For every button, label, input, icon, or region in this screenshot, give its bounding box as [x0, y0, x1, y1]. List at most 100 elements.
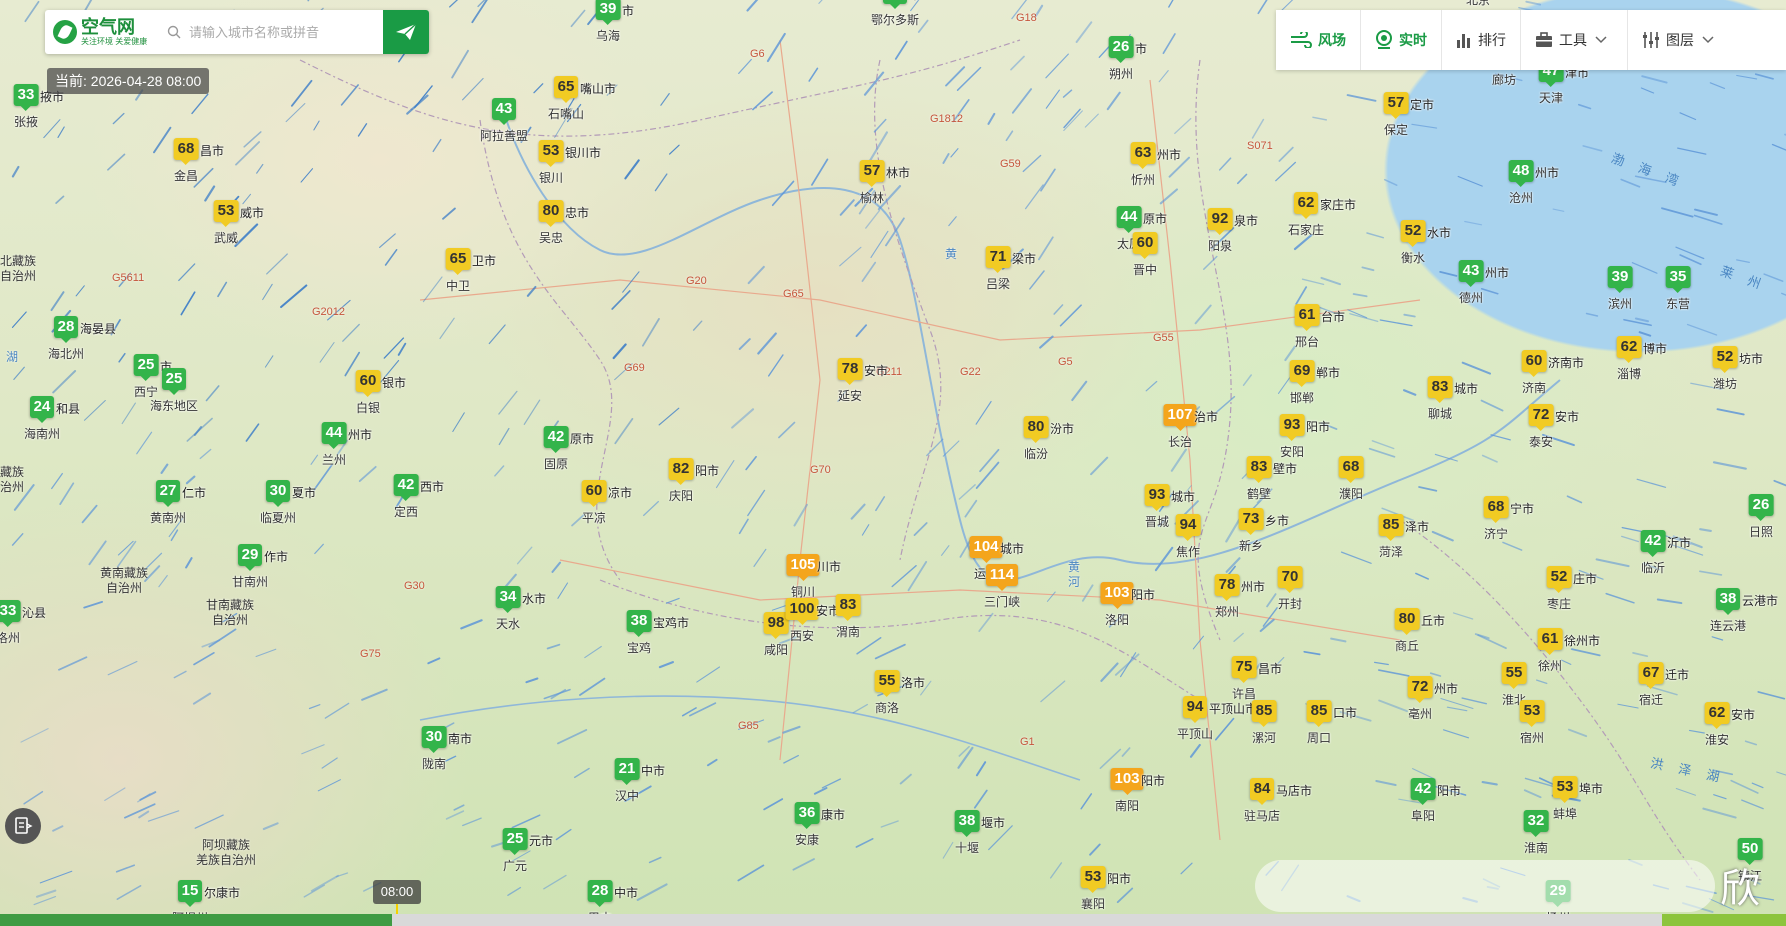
- station-marker[interactable]: 82 庆阳: [668, 458, 694, 504]
- station-marker[interactable]: 62 石家庄: [1288, 192, 1324, 238]
- station-marker[interactable]: 68 济宁: [1483, 496, 1509, 542]
- station-marker[interactable]: 33 张掖: [13, 84, 39, 130]
- station-marker[interactable]: 78 郑州: [1214, 574, 1240, 620]
- station-marker[interactable]: 63 忻州: [1130, 142, 1156, 188]
- station-marker[interactable]: 67 宿迁: [1638, 662, 1664, 708]
- station-marker[interactable]: 60 晋中: [1132, 232, 1158, 278]
- station-marker[interactable]: 71 吕梁: [985, 246, 1011, 292]
- station-marker[interactable]: 30 临夏州: [260, 480, 296, 526]
- station-marker[interactable]: 55 商洛: [874, 670, 900, 716]
- tool-ranking[interactable]: 排行: [1442, 10, 1521, 70]
- station-marker[interactable]: 26 朔州: [1108, 36, 1134, 82]
- station-marker[interactable]: 75 许昌: [1231, 656, 1257, 702]
- station-marker[interactable]: 83 渭南: [835, 594, 861, 640]
- station-marker[interactable]: 52 枣庄: [1546, 566, 1572, 612]
- station-marker[interactable]: 52 潍坊: [1712, 346, 1738, 392]
- station-marker[interactable]: 39鄂尔多斯: [871, 0, 919, 28]
- station-marker[interactable]: 53 银川: [538, 140, 564, 186]
- station-marker[interactable]: 68 濮阳: [1338, 456, 1364, 502]
- station-marker[interactable]: 44 兰州: [321, 422, 347, 468]
- station-marker[interactable]: 60 平凉: [581, 480, 607, 526]
- station-marker[interactable]: 83 鹤壁: [1246, 456, 1272, 502]
- station-marker[interactable]: 68 金昌: [173, 138, 199, 184]
- station-marker[interactable]: 84 驻马店: [1244, 778, 1280, 824]
- station-marker[interactable]: 85 菏泽: [1378, 514, 1404, 560]
- station-marker[interactable]: 80 临汾: [1023, 416, 1049, 462]
- station-marker[interactable]: 62 淮安: [1704, 702, 1730, 748]
- station-marker[interactable]: 62 淄博: [1616, 336, 1642, 382]
- station-marker[interactable]: 52 衡水: [1400, 220, 1426, 266]
- timeline-bar[interactable]: [0, 914, 1786, 926]
- station-marker[interactable]: 43 德州: [1458, 260, 1484, 306]
- station-marker[interactable]: 36 安康: [794, 802, 820, 848]
- station-marker[interactable]: 39 滨州: [1607, 266, 1633, 312]
- station-marker[interactable]: 69 邯郸: [1289, 360, 1315, 406]
- search-box[interactable]: [157, 10, 383, 54]
- site-logo[interactable]: 空气网 关注环境 关爱健康: [45, 10, 157, 54]
- station-marker[interactable]: 92 阳泉: [1207, 208, 1233, 254]
- station-marker[interactable]: 24 海南州: [24, 396, 60, 442]
- station-marker[interactable]: 42 定西: [393, 474, 419, 520]
- station-marker[interactable]: 107 长治: [1163, 404, 1197, 450]
- station-marker[interactable]: 103 洛阳: [1100, 582, 1134, 628]
- station-marker[interactable]: 35 东营: [1665, 266, 1691, 312]
- timeline-handle[interactable]: 08:00: [373, 880, 421, 904]
- tool-wind-field[interactable]: 风场: [1276, 10, 1361, 70]
- station-marker[interactable]: 103 南阳: [1110, 768, 1144, 814]
- station-marker[interactable]: 32 淮南: [1523, 810, 1549, 856]
- station-marker[interactable]: 39 乌海: [595, 0, 621, 44]
- station-marker[interactable]: 34 天水: [495, 586, 521, 632]
- station-marker[interactable]: 42 临沂: [1640, 530, 1666, 576]
- tool-realtime[interactable]: 实时: [1361, 10, 1442, 70]
- station-marker[interactable]: 60 济南: [1521, 350, 1547, 396]
- station-marker[interactable]: 30 陇南: [421, 726, 447, 772]
- station-marker[interactable]: 29 甘南州: [232, 544, 268, 590]
- station-marker[interactable]: 80 商丘: [1394, 608, 1420, 654]
- station-marker[interactable]: 78 延安: [837, 358, 863, 404]
- station-marker[interactable]: 25 广元: [502, 828, 528, 874]
- station-marker[interactable]: 42 阜阳: [1410, 778, 1436, 824]
- station-marker[interactable]: 61 邢台: [1294, 304, 1320, 350]
- station-marker[interactable]: 114 三门峡: [984, 564, 1020, 610]
- station-marker[interactable]: 33 洛州: [0, 600, 21, 646]
- station-marker[interactable]: 57 保定: [1383, 92, 1409, 138]
- station-marker[interactable]: 53 蚌埠: [1552, 776, 1578, 822]
- side-panel-toggle-button[interactable]: [5, 808, 41, 844]
- station-marker[interactable]: 42 固原: [543, 426, 569, 472]
- station-marker[interactable]: 38 宝鸡: [626, 610, 652, 656]
- station-marker[interactable]: 26 日照: [1748, 494, 1774, 540]
- station-marker[interactable]: 43 阿拉善盟: [480, 98, 528, 144]
- tool-tools[interactable]: 工具: [1521, 10, 1628, 70]
- station-marker[interactable]: 100 西安: [785, 598, 819, 644]
- station-marker[interactable]: 93 晋城: [1144, 484, 1170, 530]
- station-marker[interactable]: 85 漯河: [1251, 700, 1277, 746]
- search-input[interactable]: [187, 23, 361, 41]
- station-marker[interactable]: 53 宿州: [1519, 700, 1545, 746]
- station-marker[interactable]: 93 安阳: [1279, 414, 1305, 460]
- station-marker[interactable]: 30北京: [1466, 0, 1491, 8]
- station-marker[interactable]: 21 汉中: [614, 758, 640, 804]
- station-marker[interactable]: 80 吴忠: [538, 200, 564, 246]
- station-marker[interactable]: 57 榆林: [859, 160, 885, 206]
- station-marker[interactable]: 38 连云港: [1710, 588, 1746, 634]
- tool-layers[interactable]: 图层: [1628, 10, 1734, 70]
- station-marker[interactable]: 53 武威: [213, 200, 239, 246]
- station-marker[interactable]: 73 新乡: [1238, 508, 1264, 554]
- station-marker[interactable]: 27 黄南州: [150, 480, 186, 526]
- station-marker[interactable]: 72 亳州: [1407, 676, 1433, 722]
- station-marker[interactable]: 94 平顶山: [1177, 696, 1213, 742]
- map-canvas[interactable]: 北藏族 自治州 藏族 治州 黄南藏族 自治州 甘南藏族 自治州 阿坝藏族 羌族自治州 湖 …: [0, 0, 1786, 926]
- station-marker[interactable]: 65 石嘴山: [548, 76, 584, 122]
- station-marker[interactable]: 28 海北州: [48, 316, 84, 362]
- station-marker[interactable]: 60 白银: [355, 370, 381, 416]
- station-marker[interactable]: 94 焦作: [1175, 514, 1201, 560]
- station-marker[interactable]: 25 海东地区: [150, 368, 198, 414]
- station-marker[interactable]: 70 开封: [1277, 566, 1303, 612]
- station-marker[interactable]: 83 聊城: [1427, 376, 1453, 422]
- station-marker[interactable]: 53 襄阳: [1080, 866, 1106, 912]
- station-marker[interactable]: 65 中卫: [445, 248, 471, 294]
- station-marker[interactable]: 105 铜川: [786, 554, 820, 600]
- station-marker[interactable]: 61 徐州: [1537, 628, 1563, 674]
- station-marker[interactable]: 85 周口: [1306, 700, 1332, 746]
- station-marker[interactable]: 38 十堰: [954, 810, 980, 856]
